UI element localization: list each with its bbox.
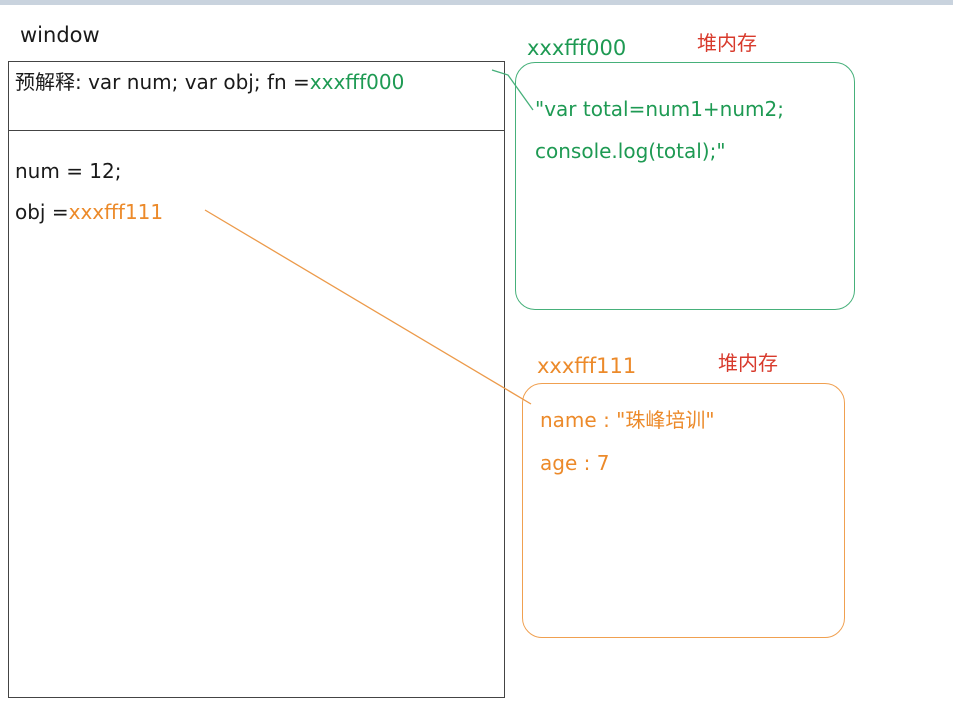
fn-reference-line	[491, 69, 534, 111]
reference-arrows	[204, 69, 534, 405]
obj-reference-line	[204, 209, 532, 405]
